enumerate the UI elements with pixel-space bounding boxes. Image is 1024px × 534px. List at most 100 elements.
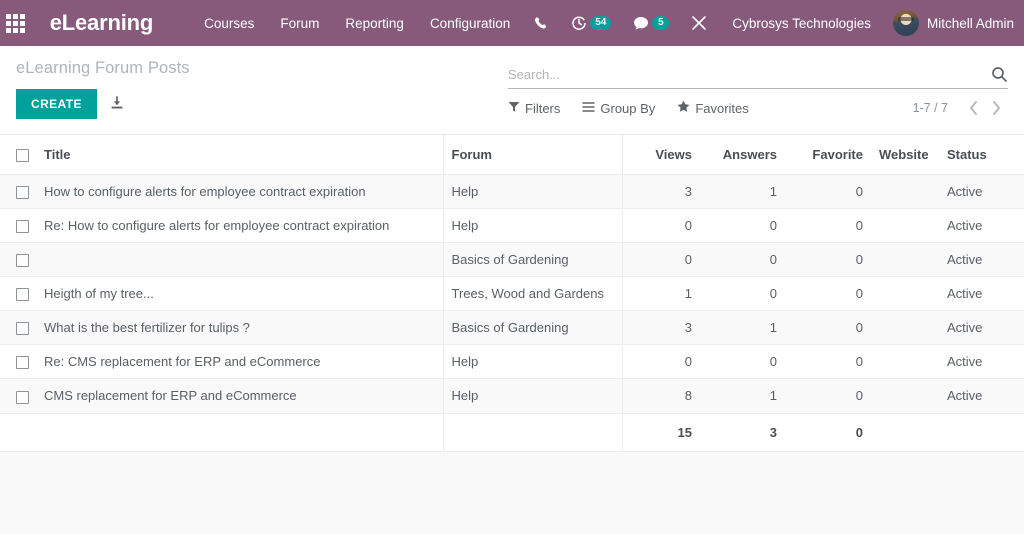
pager-previous-button[interactable] [962, 101, 985, 115]
cell-answers: 0 [700, 242, 785, 278]
cell-favorite: 0 [785, 174, 871, 210]
row-select-cell[interactable] [0, 378, 36, 414]
row-checkbox[interactable] [16, 288, 29, 302]
menu-item-configuration[interactable]: Configuration [417, 2, 523, 45]
row-select-cell[interactable] [0, 344, 36, 380]
cell-status: Active [933, 174, 1024, 210]
pager-range: 1-7 / 7 [912, 101, 948, 115]
cell-title[interactable]: How to configure alerts for employee con… [36, 174, 444, 210]
row-select-cell[interactable] [0, 208, 36, 244]
row-checkbox[interactable] [16, 254, 29, 268]
search-area: Filters Group By Favorites [508, 46, 1008, 116]
groupby-dropdown[interactable]: Group By [582, 101, 655, 116]
column-header-forum[interactable]: Forum [443, 133, 623, 176]
search-icon[interactable] [991, 66, 1008, 83]
cell-favorite: 0 [785, 378, 871, 414]
totals-website [871, 413, 933, 452]
column-header-website[interactable]: Website [871, 133, 933, 176]
row-select-cell[interactable] [0, 174, 36, 210]
row-select-cell[interactable] [0, 276, 36, 312]
table-row[interactable]: CMS replacement for ERP and eCommerce He… [0, 378, 1024, 414]
row-checkbox[interactable] [16, 356, 29, 370]
pager-next-button[interactable] [985, 101, 1008, 115]
cell-answers: 0 [700, 276, 785, 312]
cell-answers: 1 [700, 310, 785, 346]
header-row: Title Forum Views Answers Favorite Websi… [0, 133, 1024, 176]
cell-answers: 1 [700, 174, 785, 210]
cell-favorite: 0 [785, 344, 871, 380]
cell-website [871, 174, 933, 210]
table-row[interactable]: Basics of Gardening 0 0 0 Active [0, 242, 1024, 278]
cell-forum[interactable]: Help [443, 174, 623, 210]
forum-posts-list: Title Forum Views Answers Favorite Websi… [0, 133, 1024, 452]
menu-item-forum[interactable]: Forum [267, 2, 332, 45]
cell-views: 0 [622, 208, 700, 244]
searchbar[interactable] [508, 56, 1008, 89]
column-header-favorite[interactable]: Favorite [785, 133, 871, 176]
totals-forum-cell [443, 413, 623, 452]
row-checkbox[interactable] [16, 186, 29, 200]
table-row[interactable]: How to configure alerts for employee con… [0, 174, 1024, 210]
cell-title[interactable] [36, 242, 444, 278]
company-switcher[interactable]: Cybrosys Technologies [718, 16, 885, 31]
cell-forum[interactable]: Basics of Gardening [443, 242, 623, 278]
cell-title[interactable]: Re: CMS replacement for ERP and eCommerc… [36, 344, 444, 380]
row-checkbox[interactable] [16, 390, 29, 404]
apps-menu-button[interactable] [0, 0, 32, 46]
cell-title[interactable]: What is the best fertilizer for tulips ? [36, 310, 444, 346]
list-lines-icon [582, 101, 596, 116]
row-select-cell[interactable] [0, 242, 36, 278]
cell-title[interactable]: CMS replacement for ERP and eCommerce [36, 378, 444, 414]
cell-website [871, 378, 933, 414]
column-header-answers[interactable]: Answers [700, 133, 785, 176]
phone-button[interactable] [523, 0, 560, 46]
navbar-right-tools: 54 5 Cybrosys Technologies Mitchell Admi… [523, 0, 1024, 46]
filters-dropdown[interactable]: Filters [508, 101, 560, 116]
select-all-header[interactable] [0, 133, 36, 176]
cell-answers: 0 [700, 208, 785, 244]
column-header-status[interactable]: Status [933, 133, 1024, 176]
cell-answers: 1 [700, 378, 785, 414]
cell-title[interactable]: Re: How to configure alerts for employee… [36, 208, 444, 244]
brand-title[interactable]: eLearning [50, 10, 154, 36]
cell-forum[interactable]: Basics of Gardening [443, 310, 623, 346]
import-button[interactable] [97, 95, 137, 114]
clock-activity-icon [571, 15, 587, 31]
cell-forum[interactable]: Trees, Wood and Gardens [443, 276, 623, 312]
table-row[interactable]: Heigth of my tree... Trees, Wood and Gar… [0, 276, 1024, 312]
row-checkbox[interactable] [16, 220, 29, 234]
favorites-dropdown[interactable]: Favorites [677, 100, 749, 116]
create-button[interactable]: CREATE [16, 89, 97, 119]
cell-forum[interactable]: Help [443, 208, 623, 244]
user-name-label: Mitchell Admin [926, 15, 1014, 31]
row-select-cell[interactable] [0, 310, 36, 346]
cell-website [871, 242, 933, 278]
pager: 1-7 / 7 [913, 101, 1008, 115]
forum-posts-table: Title Forum Views Answers Favorite Websi… [0, 133, 1024, 452]
cell-title[interactable]: Heigth of my tree... [36, 276, 444, 312]
totals-title-cell [36, 413, 444, 452]
menu-item-courses[interactable]: Courses [191, 2, 267, 45]
table-row[interactable]: What is the best fertilizer for tulips ?… [0, 310, 1024, 346]
main-menu: Courses Forum Reporting Configuration [191, 2, 523, 45]
cell-forum[interactable]: Help [443, 378, 623, 414]
cell-views: 0 [622, 344, 700, 380]
chat-bubble-icon [633, 16, 649, 31]
activity-menu-button[interactable]: 54 [560, 0, 622, 46]
messaging-count-badge: 5 [652, 16, 670, 30]
cell-website [871, 208, 933, 244]
cell-forum[interactable]: Help [443, 344, 623, 380]
search-input[interactable] [508, 67, 991, 82]
messaging-menu-button[interactable]: 5 [622, 0, 680, 46]
user-avatar [892, 10, 919, 36]
tools-button[interactable] [680, 0, 718, 46]
menu-item-reporting[interactable]: Reporting [332, 2, 417, 45]
row-checkbox[interactable] [16, 322, 29, 336]
table-row[interactable]: Re: CMS replacement for ERP and eCommerc… [0, 344, 1024, 380]
table-row[interactable]: Re: How to configure alerts for employee… [0, 208, 1024, 244]
column-header-title[interactable]: Title [36, 133, 444, 176]
select-all-checkbox[interactable] [16, 149, 29, 163]
user-menu-button[interactable]: Mitchell Admin [885, 10, 1014, 36]
column-header-views[interactable]: Views [622, 133, 700, 176]
cell-status: Active [933, 276, 1024, 312]
